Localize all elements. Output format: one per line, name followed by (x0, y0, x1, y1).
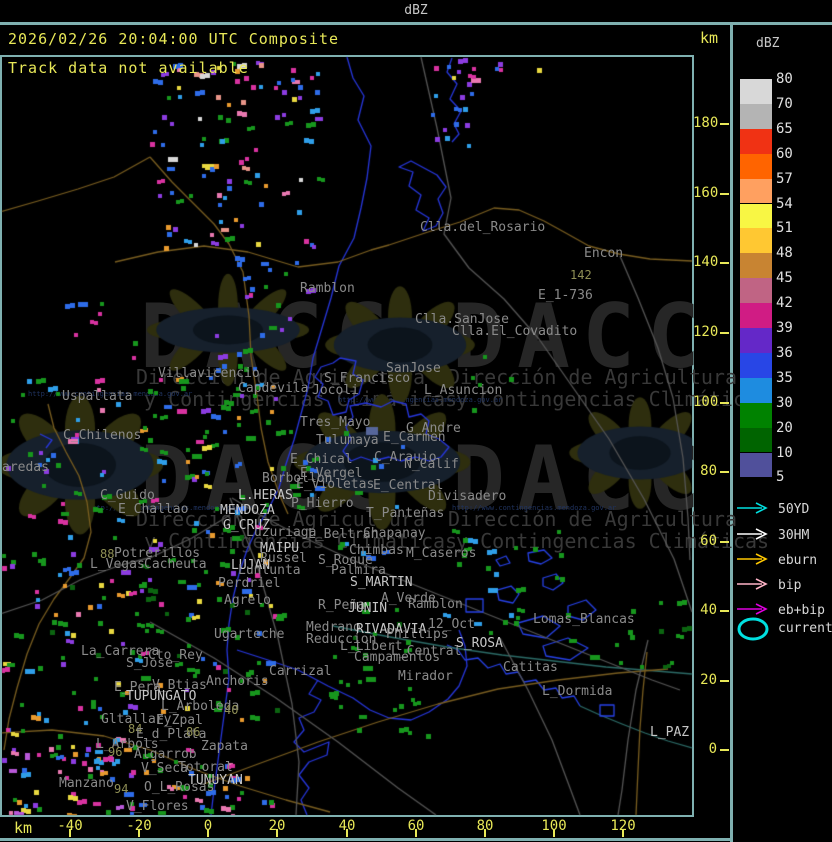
map-label: 86 (186, 725, 201, 739)
track-status-message: Track data not available (8, 59, 249, 77)
map-label: Manzano (59, 776, 114, 791)
map-label: Encon (584, 246, 624, 261)
map-label: T_Panteñas (366, 506, 445, 521)
map-label: S_Jose (126, 656, 173, 671)
map-label: C_Chilenos (63, 428, 142, 443)
map-label: Zapata (201, 739, 248, 754)
radar-viewer-window: dBZ 2026/02/26 20:04:00 UTC Composite km… (0, 0, 832, 842)
map-label: 142 (570, 268, 592, 282)
map-label: E_Challao (118, 502, 189, 517)
map-label: L_Dormida (542, 684, 613, 699)
map-label: Uspallata (62, 389, 133, 404)
map-label: L_Central (391, 644, 462, 659)
map-label: Agrelo (224, 593, 271, 608)
map-label: V_Flores (126, 799, 189, 814)
map-label: Capdevila (238, 381, 309, 396)
map-label: Catitas (503, 660, 558, 675)
map-label: Mirador (398, 669, 453, 684)
map-label: Tres_Mayo (300, 415, 371, 430)
map-label: L_PAZ (650, 725, 690, 740)
map-label: E_Violetas (296, 477, 375, 492)
map-label: S_MARTIN (350, 575, 413, 590)
map-label: N_Calif (404, 457, 459, 472)
map-label: S_ROSA (456, 636, 503, 651)
map-label: Jocoli (312, 383, 359, 398)
map-label: MENDOZA (220, 503, 275, 518)
map-label: SanJose (386, 361, 441, 376)
map-label: 94 (114, 782, 129, 796)
map-label: Ugarteche (214, 627, 285, 642)
map-place-labels: Clla.del_Rosario Encon 142 E_1-736 Clla.SanJ… (0, 0, 832, 842)
map-label: Ramblon (300, 281, 355, 296)
map-label: aredas (2, 460, 49, 475)
map-label: L_Vegas (90, 557, 145, 572)
map-label: L_Asuncion (424, 383, 503, 398)
map-label: P_Hierro (291, 496, 354, 511)
map-label: O_L_Rosas (144, 780, 215, 795)
map-label: Chapanay (363, 526, 426, 541)
map-label: Divisadero (428, 489, 507, 504)
map-label: 12_Oct (428, 617, 475, 632)
map-label: Luzuriaga (246, 525, 317, 540)
map-label: Ramblon (408, 597, 463, 612)
map-label: Carrizal (269, 664, 332, 679)
map-label: Perdriel (218, 576, 281, 591)
map-label: 96 (108, 745, 123, 759)
map-label: Lomas_Blancas (533, 612, 635, 627)
map-label: E_Carmen (383, 430, 446, 445)
map-label: Villavicencio (158, 366, 260, 381)
map-label: E_1-736 (538, 288, 593, 303)
map-label: Tulumaya (316, 433, 379, 448)
map-label: Clla.del_Rosario (420, 220, 546, 235)
map-label: Cacheuta (144, 557, 207, 572)
map-label: Clla.El_Covadito (452, 324, 578, 339)
map-label: C_Guido (100, 488, 155, 503)
map-label: Anchoris (206, 674, 269, 689)
map-label: L.HERAS (238, 488, 293, 503)
map-label: 40 (224, 703, 239, 717)
map-label: M_Caseros (406, 546, 477, 561)
map-label: E_Chical (290, 452, 353, 467)
